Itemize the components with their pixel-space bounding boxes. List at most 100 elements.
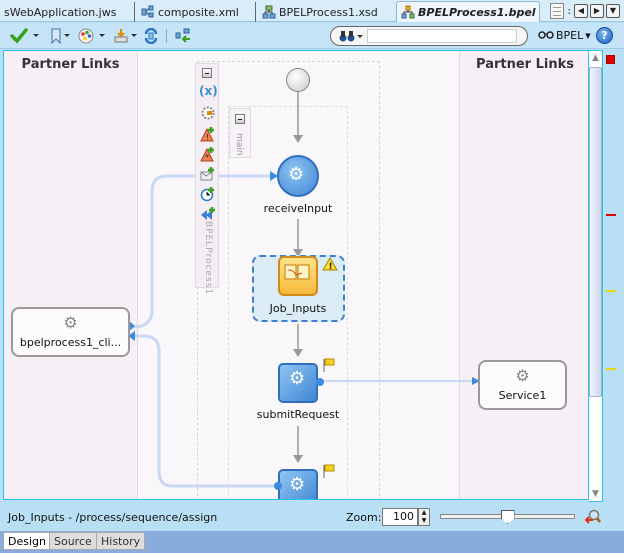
add-fault-handler-icon[interactable]: !: [200, 126, 216, 142]
error-marker[interactable]: [606, 214, 616, 216]
bpel-design-canvas[interactable]: Partner Links Partner Links (x) ! * BPEL…: [3, 50, 589, 500]
gear-icon: ⚙: [288, 164, 305, 185]
palette-icon[interactable]: [78, 28, 94, 44]
warning-icon[interactable]: !: [322, 257, 338, 274]
service-gear-icon: ⚙: [63, 313, 78, 332]
validate-dropdown-icon[interactable]: [33, 34, 39, 37]
scroll-tabs-right-button[interactable]: ▶: [590, 4, 604, 18]
service-gear-icon: ⚙: [515, 366, 530, 385]
gear-icon: ⚙: [289, 368, 306, 389]
zoom-slider[interactable]: [440, 510, 575, 524]
assign-icon: [284, 264, 310, 280]
go-to-composite-icon[interactable]: [175, 28, 191, 44]
error-summary-marker[interactable]: [606, 55, 615, 64]
tab-label: BPELProcess1.xsd: [279, 5, 378, 19]
partner-link-label: bpelprocess1_cli...: [19, 336, 122, 349]
document-list-button[interactable]: [549, 3, 564, 19]
binoculars-icon[interactable]: [339, 29, 355, 46]
svg-text:!: !: [206, 133, 209, 142]
tab-composite[interactable]: composite.xml: [134, 2, 243, 22]
collapse-main-button[interactable]: [235, 114, 245, 124]
invoke-activity-submitRequest[interactable]: ⚙: [278, 363, 318, 403]
refresh-icon[interactable]: [143, 27, 159, 45]
chevron-down-icon: ▼: [585, 31, 591, 40]
search-options-dropdown-icon[interactable]: [357, 35, 363, 38]
bookmark-dropdown-icon[interactable]: [64, 34, 70, 37]
xsd-icon: [262, 5, 276, 19]
flow-arrow: [293, 455, 303, 463]
partner-link-label: Service1: [498, 389, 547, 402]
scroll-up-button[interactable]: ▲: [589, 51, 602, 65]
zoom-slider-thumb[interactable]: [500, 510, 515, 524]
scroll-down-button[interactable]: ▼: [589, 487, 602, 501]
bpel-menu-button[interactable]: BPEL ▼: [538, 29, 591, 42]
help-button[interactable]: ?: [596, 27, 613, 44]
separator: :: [567, 5, 571, 17]
error-overview-strip: [604, 50, 620, 502]
status-bar: Job_Inputs - /process/sequence/assign Zo…: [0, 503, 624, 531]
zoom-down-icon[interactable]: ▼: [419, 517, 429, 525]
deploy-dropdown-icon[interactable]: [131, 34, 137, 37]
svg-text:*: *: [205, 153, 209, 162]
assign-activity-Job_Inputs[interactable]: [278, 256, 318, 296]
receive-activity-label: receiveInput: [263, 202, 333, 215]
add-catch-all-icon[interactable]: *: [200, 146, 216, 162]
search-box: [330, 26, 528, 46]
bpel-menu-label: BPEL: [556, 29, 584, 42]
tab-design[interactable]: Design: [3, 532, 51, 550]
palette-dropdown-icon[interactable]: [99, 34, 105, 37]
zoom-label: Zoom:: [346, 511, 382, 524]
bpel-toolbar: BPEL ▼ ?: [0, 23, 624, 49]
vertical-scrollbar[interactable]: ▲ ▼: [589, 50, 603, 502]
search-input[interactable]: [367, 29, 517, 43]
tab-xsd[interactable]: BPELProcess1.xsd: [255, 2, 382, 22]
gear-icon: ⚙: [289, 474, 306, 495]
tab-history[interactable]: History: [96, 532, 146, 550]
add-event-handler-icon[interactable]: [200, 166, 216, 182]
flow-arrow: [293, 135, 303, 143]
flag-icon: [323, 358, 335, 375]
zoom-up-icon[interactable]: ▲: [419, 509, 429, 517]
toolbar-separator: [166, 29, 167, 43]
collapse-process-button[interactable]: [202, 68, 212, 78]
tab-navigation: : ◀ ▶ ▼: [549, 3, 620, 19]
editor-tab-bar: sWebApplication.jws composite.xml BPELPr…: [0, 0, 624, 22]
invoke-activity-callback[interactable]: ⚙: [278, 469, 318, 499]
start-node[interactable]: [286, 68, 310, 92]
invoke-port[interactable]: [316, 378, 324, 386]
scroll-tabs-left-button[interactable]: ◀: [574, 4, 588, 18]
receive-activity-receiveInput[interactable]: ⚙: [277, 155, 319, 197]
warning-marker[interactable]: [606, 368, 616, 370]
process-scope-label: BPELProcess1: [203, 221, 213, 296]
view-tabs: Design Source History: [0, 531, 624, 553]
scrollbar-thumb[interactable]: [589, 67, 602, 397]
warning-marker[interactable]: [606, 290, 616, 292]
validate-check-icon[interactable]: [10, 28, 28, 44]
deploy-icon[interactable]: [113, 28, 129, 44]
zoom-reset-icon[interactable]: [584, 509, 601, 525]
tab-source[interactable]: Source: [49, 532, 97, 550]
composite-icon: [141, 5, 155, 19]
svg-text:!: !: [329, 262, 333, 271]
glasses-icon: [538, 29, 554, 42]
zoom-stepper[interactable]: ▲ ▼: [418, 508, 430, 526]
partner-link-service1[interactable]: ⚙ Service1: [478, 360, 567, 410]
add-compensation-handler-icon[interactable]: [200, 206, 216, 222]
zoom-input[interactable]: 100: [382, 508, 418, 526]
tab-label: sWebApplication.jws: [4, 5, 117, 19]
variables-icon[interactable]: (x): [199, 84, 218, 100]
tab-label: composite.xml: [158, 5, 239, 19]
main-scope-label: main: [234, 133, 244, 156]
bpel-icon: [401, 5, 415, 19]
assign-activity-label: Job_Inputs: [269, 302, 327, 315]
tab-jws[interactable]: sWebApplication.jws: [0, 2, 120, 22]
tab-label: BPELProcess1.bpel: [418, 5, 536, 19]
tab-bpel[interactable]: BPELProcess1.bpel: [396, 1, 540, 22]
correlation-sets-icon[interactable]: [200, 105, 216, 121]
partner-link-bpelprocess1-client[interactable]: ⚙ bpelprocess1_cli...: [11, 307, 130, 357]
invoke-activity-label: submitRequest: [256, 408, 340, 421]
tab-list-menu-button[interactable]: ▼: [606, 4, 620, 18]
flow-arrow: [293, 349, 303, 357]
add-onalarm-icon[interactable]: [200, 186, 216, 202]
invoke-port[interactable]: [274, 482, 282, 490]
